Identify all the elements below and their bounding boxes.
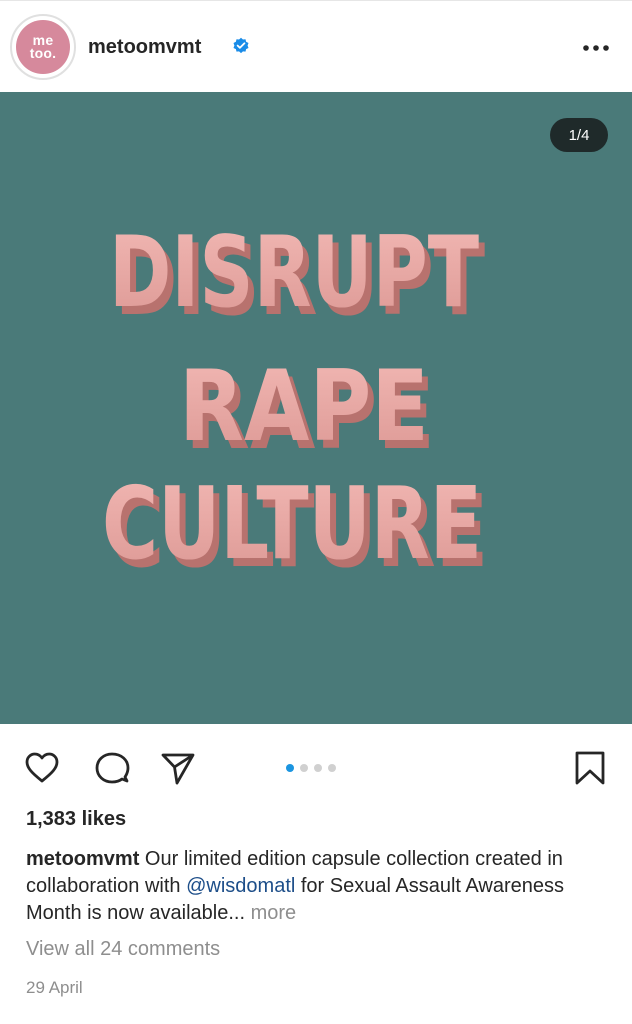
image-counter: 1/4	[550, 118, 608, 152]
post-image: DISRUPT DISRUPT RAPE RAPE CULTURE CULTUR…	[102, 216, 488, 590]
share-icon[interactable]	[160, 750, 196, 786]
caption-username[interactable]: metoomvmt	[26, 848, 139, 870]
action-bar	[0, 724, 632, 804]
carousel-dot	[328, 764, 336, 772]
username[interactable]: metoomvmt	[88, 36, 201, 59]
comment-icon[interactable]	[94, 750, 130, 786]
avatar[interactable]: me too.	[10, 14, 76, 80]
view-comments-link[interactable]: View all 24 comments	[26, 938, 220, 961]
carousel-dot	[300, 764, 308, 772]
caption-mention[interactable]: @wisdomatl	[186, 875, 295, 897]
bookmark-icon[interactable]	[572, 750, 608, 786]
verified-badge-icon	[233, 37, 249, 54]
heart-icon[interactable]	[24, 750, 60, 786]
poster-line-1: DISRUPT	[109, 216, 479, 330]
avatar-text-line2: too.	[29, 45, 57, 61]
post-header: me too. metoomvmt	[0, 0, 632, 92]
poster-line-2: RAPE	[179, 350, 429, 464]
likes-count[interactable]: 1,383 likes	[26, 808, 126, 831]
post-caption: metoomvmt Our limited edition capsule co…	[26, 846, 616, 927]
carousel-dots	[286, 764, 336, 774]
carousel-dot	[286, 764, 294, 772]
caption-more-link[interactable]: more	[245, 902, 297, 924]
carousel-dot	[314, 764, 322, 772]
post-date: 29 April	[26, 978, 83, 997]
poster-line-3: CULTURE	[102, 465, 482, 582]
more-options-icon[interactable]	[582, 44, 610, 52]
post-media[interactable]: DISRUPT DISRUPT RAPE RAPE CULTURE CULTUR…	[0, 92, 632, 724]
avatar-image: me too.	[16, 20, 70, 74]
